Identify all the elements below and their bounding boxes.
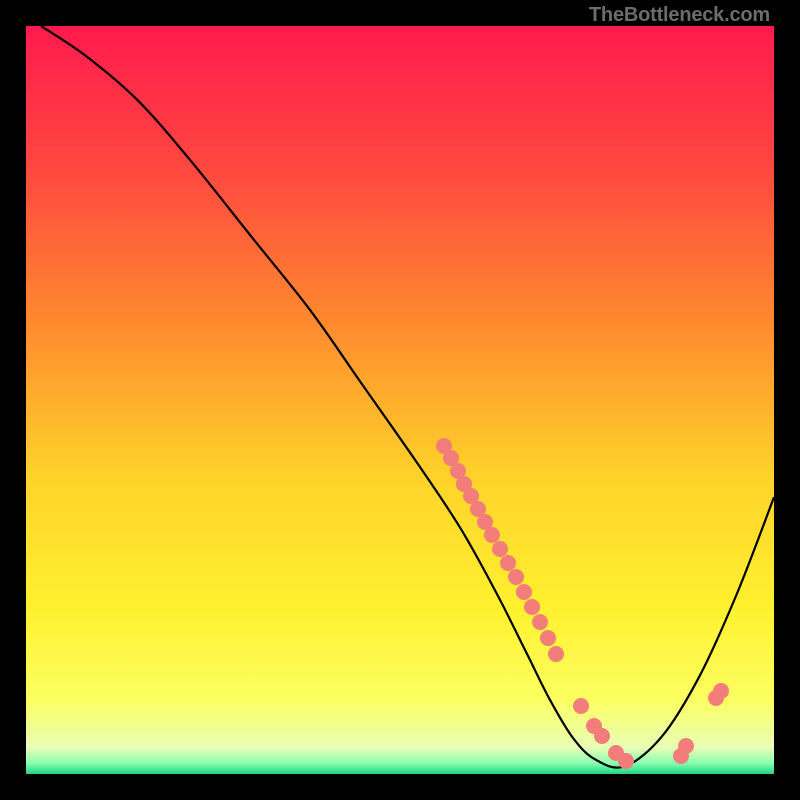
scatter-point	[678, 738, 694, 754]
chart-frame: TheBottleneck.com	[0, 0, 800, 800]
scatter-point	[492, 541, 508, 557]
scatter-point	[618, 753, 634, 769]
scatter-point	[713, 683, 729, 699]
scatter-point	[548, 646, 564, 662]
scatter-point	[516, 584, 532, 600]
scatter-points	[436, 438, 729, 769]
scatter-point	[540, 630, 556, 646]
scatter-point	[500, 555, 516, 571]
scatter-point	[594, 728, 610, 744]
bottleneck-curve	[41, 26, 774, 768]
curve-layer	[26, 26, 774, 774]
plot-area	[26, 26, 774, 774]
scatter-point	[532, 614, 548, 630]
scatter-point	[524, 599, 540, 615]
scatter-point	[573, 698, 589, 714]
scatter-point	[484, 527, 500, 543]
watermark-text: TheBottleneck.com	[589, 4, 770, 27]
scatter-point	[508, 569, 524, 585]
